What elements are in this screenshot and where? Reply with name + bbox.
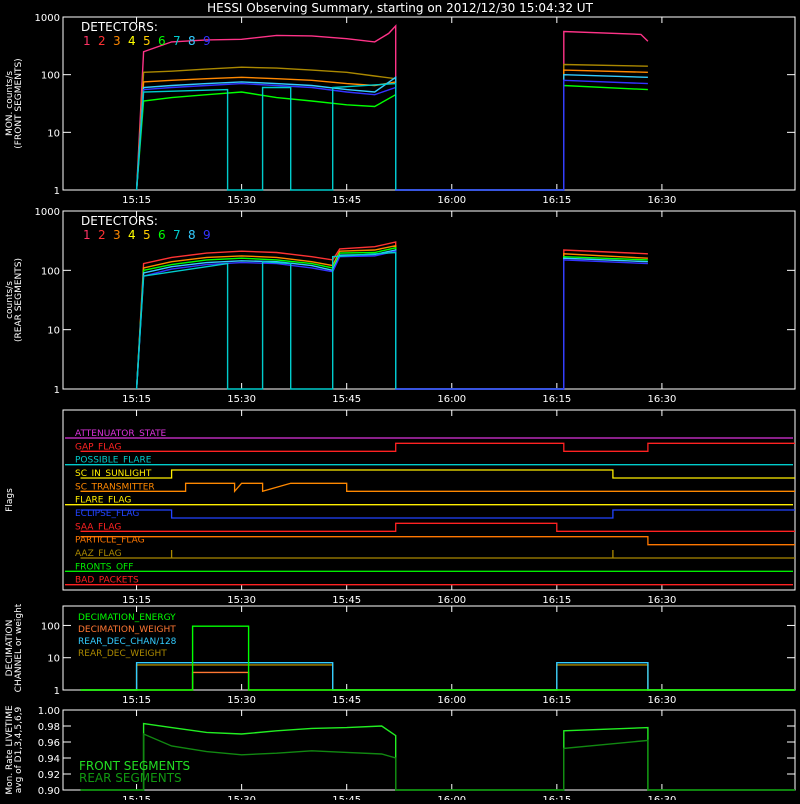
x-tick-label: 15:30 — [227, 595, 256, 606]
legend-entry: DECIMATION_ENERGY — [78, 613, 176, 623]
x-tick-label: 16:15 — [542, 695, 571, 706]
y-axis-label: CHANNEL or weight — [14, 603, 24, 692]
x-tick-label: 16:15 — [542, 394, 571, 405]
legend-title: DETECTORS: — [81, 214, 158, 228]
y-tick-label: 1.00 — [38, 706, 60, 717]
x-tick-label: 15:45 — [332, 695, 361, 706]
y-axis-label: (FRONT SEGMENTS) — [14, 58, 24, 148]
x-tick-label: 15:45 — [332, 795, 361, 800]
legend-entry: REAR_DEC_WEIGHT — [78, 649, 167, 659]
y-tick-label: 100 — [41, 621, 60, 632]
x-tick-label: 16:00 — [437, 695, 466, 706]
y-tick-label: 1 — [54, 385, 60, 396]
y-tick-label: 100 — [41, 71, 60, 82]
legend-entry: 8 — [188, 34, 196, 48]
y-tick-label: 1000 — [35, 207, 60, 218]
legend-entry: 5 — [143, 228, 151, 242]
y-tick-label: 10 — [47, 326, 60, 337]
x-tick-label: 16:00 — [437, 195, 466, 206]
x-tick-label: 15:15 — [122, 195, 151, 206]
legend-entry: 5 — [143, 34, 151, 48]
x-tick-label: 15:45 — [332, 394, 361, 405]
x-tick-label: 15:30 — [227, 695, 256, 706]
x-tick-label: 15:15 — [122, 695, 151, 706]
x-tick-label: 15:45 — [332, 595, 361, 606]
x-tick-label: 16:15 — [542, 595, 571, 606]
legend-entry: 3 — [113, 34, 121, 48]
y-axis-label: avg of D1,3,4,5,6,9 — [14, 706, 24, 793]
x-tick-label: 16:00 — [437, 795, 466, 800]
legend-entry: DECIMATION_WEIGHT — [78, 625, 176, 635]
x-tick-label: 16:00 — [437, 595, 466, 606]
legend-entry: 4 — [128, 228, 136, 242]
x-tick-label: 16:30 — [647, 695, 676, 706]
legend-title: DETECTORS: — [81, 20, 158, 34]
y-tick-label: 10 — [47, 128, 60, 139]
legend-entry: 8 — [188, 228, 196, 242]
x-tick-label: 15:15 — [122, 394, 151, 405]
y-tick-label: 0.90 — [38, 786, 60, 797]
legend-entry: 7 — [173, 228, 181, 242]
legend-entry: 6 — [158, 34, 166, 48]
x-tick-label: 16:30 — [647, 195, 676, 206]
legend-entry: 2 — [98, 228, 106, 242]
x-tick-label: 16:30 — [647, 595, 676, 606]
legend-entry: 1 — [83, 34, 91, 48]
legend-entry: 9 — [203, 34, 211, 48]
x-tick-label: 15:30 — [227, 394, 256, 405]
legend-entry: 6 — [158, 228, 166, 242]
observing-summary-figure: HESSI Observing Summary, starting on 201… — [0, 0, 800, 804]
legend-entry: 1 — [83, 228, 91, 242]
x-tick-label: 16:15 — [542, 195, 571, 206]
y-tick-label: 1000 — [35, 13, 60, 24]
x-tick-label: 15:15 — [122, 795, 151, 800]
y-tick-label: 1 — [54, 186, 60, 197]
y-tick-label: 10 — [47, 654, 60, 665]
y-tick-label: 0.94 — [38, 754, 60, 765]
legend-entry: 9 — [203, 228, 211, 242]
legend-entry: 3 — [113, 228, 121, 242]
x-tick-label: 15:30 — [227, 195, 256, 206]
x-tick-label: 16:30 — [647, 795, 676, 800]
legend-entry: REAR SEGMENTS — [79, 771, 182, 785]
x-tick-label: 16:15 — [542, 795, 571, 800]
figure-canvas: HESSI Observing Summary, starting on 201… — [0, 0, 800, 804]
x-tick-label: 16:00 — [437, 394, 466, 405]
x-tick-label: 15:45 — [332, 195, 361, 206]
y-axis-label: (REAR SEGMENTS) — [14, 258, 24, 342]
y-tick-label: 0.98 — [38, 722, 60, 733]
y-tick-label: 1 — [54, 686, 60, 697]
x-tick-label: 15:15 — [122, 595, 151, 606]
legend-entry: 4 — [128, 34, 136, 48]
y-axis-label: Flags — [5, 488, 15, 512]
y-tick-label: 100 — [41, 266, 60, 277]
legend-entry: REAR_DEC_CHAN/128 — [78, 637, 177, 647]
y-tick-label: 0.92 — [38, 770, 60, 781]
legend-entry: 7 — [173, 34, 181, 48]
y-tick-label: 0.96 — [38, 738, 60, 749]
legend-entry: 2 — [98, 34, 106, 48]
x-tick-label: 16:30 — [647, 394, 676, 405]
figure-title: HESSI Observing Summary, starting on 201… — [207, 1, 593, 15]
x-tick-label: 15:30 — [227, 795, 256, 800]
